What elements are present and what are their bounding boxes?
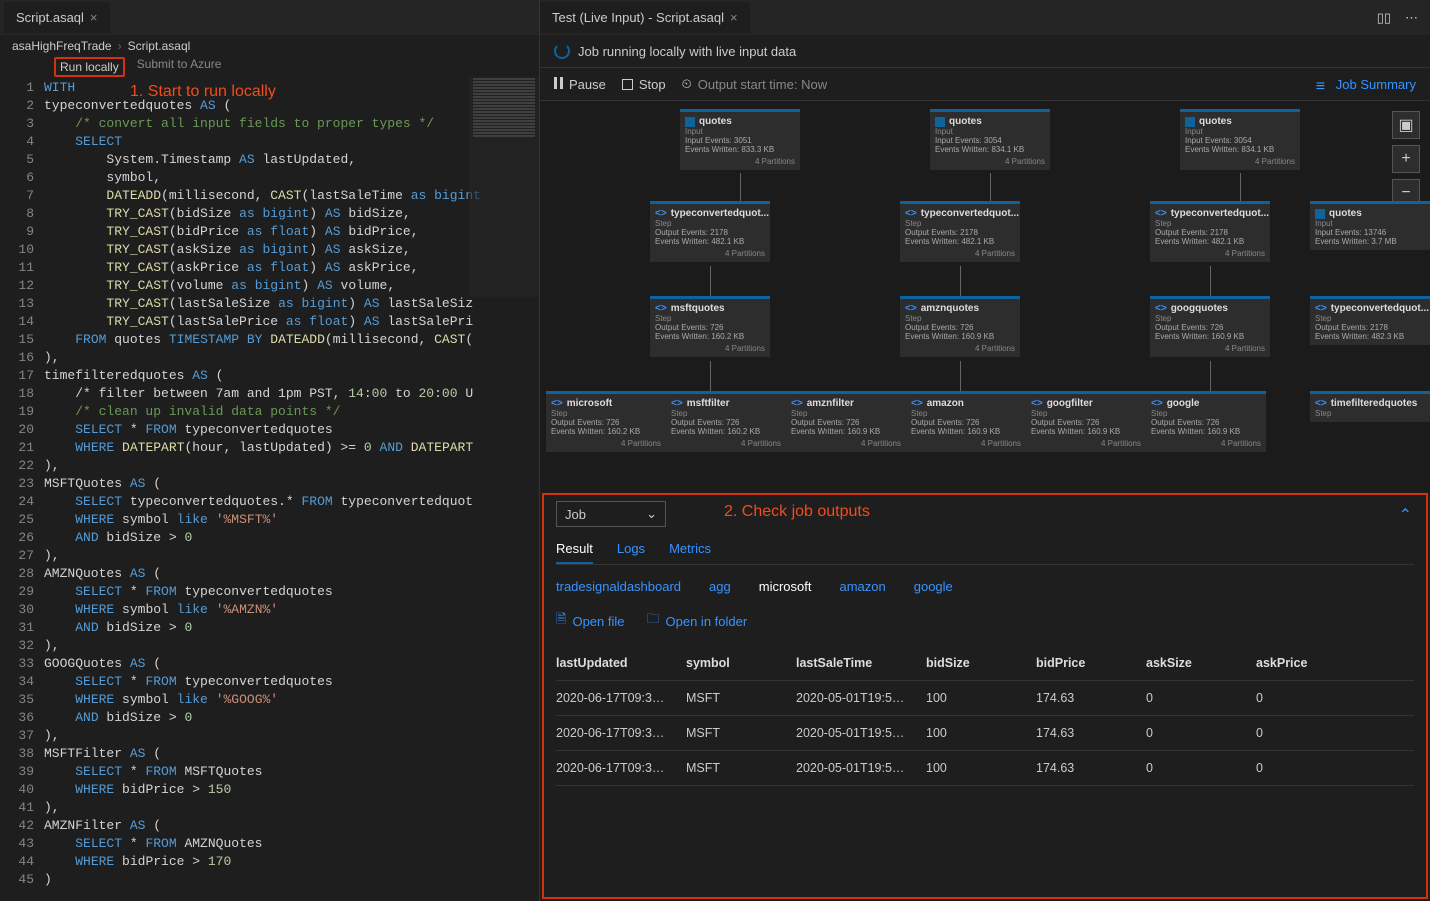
tab-logs[interactable]: Logs: [617, 541, 645, 564]
job-dropdown[interactable]: Job ⌄: [556, 501, 666, 527]
line-gutter: 1234567891011121314151617181920212223242…: [0, 77, 44, 901]
graph-node[interactable]: <>typeconvertedquot... Step Output Event…: [1310, 296, 1430, 345]
table-row[interactable]: 2020-06-17T09:3…MSFT2020-05-01T19:5…1001…: [556, 716, 1414, 751]
subtab-google[interactable]: google: [914, 579, 953, 594]
stop-icon: [622, 79, 633, 90]
output-sub-tabs: tradesignaldashboard agg microsoft amazon go…: [556, 579, 1414, 594]
editor-actions: Run locally Submit to Azure 1. Start to …: [0, 57, 539, 77]
output-pane: 2. Check job outputs Job ⌄ ⌃ Result Logs M…: [542, 493, 1428, 899]
graph-node[interactable]: quotes Input Input Events: 3051 Events W…: [680, 109, 800, 170]
output-tabs: Result Logs Metrics: [556, 541, 1414, 564]
pause-icon: [554, 77, 563, 92]
zoom-in-button[interactable]: +: [1392, 145, 1420, 173]
open-actions: Open file Open in folder: [556, 610, 1414, 632]
pause-button[interactable]: Pause: [554, 77, 606, 92]
job-summary-label: Job Summary: [1336, 77, 1416, 92]
spinner-icon: [554, 43, 570, 59]
table-row[interactable]: 2020-06-17T09:3…MSFT2020-05-01T19:5…1001…: [556, 681, 1414, 716]
list-icon: [1316, 79, 1330, 89]
tab-metrics[interactable]: Metrics: [669, 541, 711, 564]
subtab-agg[interactable]: agg: [709, 579, 731, 594]
graph-node[interactable]: <>googfilter Step Output Events: 726 Eve…: [1026, 391, 1146, 452]
subtab-microsoft[interactable]: microsoft: [759, 579, 812, 594]
job-summary-button[interactable]: Job Summary: [1316, 77, 1416, 92]
preview-tab-bar: Test (Live Input) - Script.asaql × ▯▯ ⋯: [540, 0, 1430, 35]
submit-to-azure-button[interactable]: Submit to Azure: [137, 57, 222, 77]
graph-node[interactable]: <>amznquotes Step Output Events: 726 Eve…: [900, 296, 1020, 357]
subtab-amazon[interactable]: amazon: [839, 579, 885, 594]
output-time-button[interactable]: ⏲ Output start time: Now: [682, 76, 827, 92]
tab-label: Script.asaql: [16, 10, 84, 25]
job-graph[interactable]: ▣ + − quotes Input Input Events: 3051 Ev…: [540, 101, 1430, 491]
close-icon[interactable]: ×: [730, 10, 738, 25]
more-icon[interactable]: ⋯: [1405, 10, 1418, 26]
output-time-label: Output start time: Now: [698, 77, 827, 92]
open-folder-button[interactable]: Open in folder: [647, 610, 748, 632]
open-folder-label: Open in folder: [666, 614, 748, 629]
tab-result[interactable]: Result: [556, 541, 593, 564]
code-content[interactable]: WITHtypeconvertedquotes AS ( /* convert …: [44, 77, 539, 901]
graph-node[interactable]: quotes Input Input Events: 3054 Events W…: [930, 109, 1050, 170]
open-file-button[interactable]: Open file: [556, 610, 625, 632]
status-text: Job running locally with live input data: [578, 44, 796, 59]
split-editor-icon[interactable]: ▯▯: [1377, 10, 1391, 26]
minimap[interactable]: [469, 77, 539, 297]
chevron-right-icon: ›: [118, 39, 122, 53]
open-file-label: Open file: [572, 614, 624, 629]
graph-node[interactable]: <>amznfilter Step Output Events: 726 Eve…: [786, 391, 906, 452]
graph-node[interactable]: <>typeconvertedquot... Step Output Event…: [900, 201, 1020, 262]
job-dropdown-label: Job: [565, 507, 586, 522]
zoom-controls: ▣ + −: [1392, 111, 1420, 207]
file-icon: [556, 610, 566, 632]
graph-node[interactable]: <>google Step Output Events: 726 Events …: [1146, 391, 1266, 452]
stop-label: Stop: [639, 77, 666, 92]
graph-node[interactable]: <>timefilteredquotes Step: [1310, 391, 1430, 422]
collapse-icon[interactable]: ⌃: [1399, 505, 1412, 525]
breadcrumb-file[interactable]: Script.asaql: [128, 39, 191, 53]
code-editor[interactable]: 1234567891011121314151617181920212223242…: [0, 77, 539, 901]
stop-button[interactable]: Stop: [622, 77, 666, 92]
graph-node[interactable]: <>msftquotes Step Output Events: 726 Eve…: [650, 296, 770, 357]
graph-node[interactable]: <>msftfilter Step Output Events: 726 Eve…: [666, 391, 786, 452]
folder-icon: [647, 610, 660, 632]
clock-icon: ⏲: [682, 76, 692, 92]
results-table: lastUpdatedsymbollastSaleTimebidSizebidP…: [556, 646, 1414, 786]
zoom-fit-button[interactable]: ▣: [1392, 111, 1420, 139]
editor-tab[interactable]: Script.asaql ×: [4, 2, 110, 33]
table-row[interactable]: 2020-06-17T09:3…MSFT2020-05-01T19:5…1001…: [556, 751, 1414, 786]
close-icon[interactable]: ×: [90, 10, 98, 25]
graph-node[interactable]: <>googquotes Step Output Events: 726 Eve…: [1150, 296, 1270, 357]
status-banner: Job running locally with live input data: [540, 35, 1430, 68]
editor-tab-bar: Script.asaql ×: [0, 0, 539, 35]
graph-node[interactable]: quotes Input Input Events: 13746 Events …: [1310, 201, 1430, 250]
preview-tab[interactable]: Test (Live Input) - Script.asaql ×: [540, 2, 750, 33]
run-locally-button[interactable]: Run locally: [54, 57, 125, 77]
graph-node[interactable]: <>typeconvertedquot... Step Output Event…: [650, 201, 770, 262]
graph-node[interactable]: <>amazon Step Output Events: 726 Events …: [906, 391, 1026, 452]
graph-node[interactable]: quotes Input Input Events: 3054 Events W…: [1180, 109, 1300, 170]
breadcrumb: asaHighFreqTrade › Script.asaql: [0, 35, 539, 57]
table-header: lastUpdatedsymbollastSaleTimebidSizebidP…: [556, 646, 1414, 681]
graph-node[interactable]: <>typeconvertedquot... Step Output Event…: [1150, 201, 1270, 262]
breadcrumb-project[interactable]: asaHighFreqTrade: [12, 39, 112, 53]
graph-node[interactable]: <>microsoft Step Output Events: 726 Even…: [546, 391, 666, 452]
chevron-down-icon: ⌄: [646, 506, 657, 522]
job-controls: Pause Stop ⏲ Output start time: Now Job …: [540, 68, 1430, 101]
pause-label: Pause: [569, 77, 606, 92]
subtab-tradesignaldashboard[interactable]: tradesignaldashboard: [556, 579, 681, 594]
annotation-2: 2. Check job outputs: [724, 503, 870, 521]
preview-tab-label: Test (Live Input) - Script.asaql: [552, 10, 724, 25]
